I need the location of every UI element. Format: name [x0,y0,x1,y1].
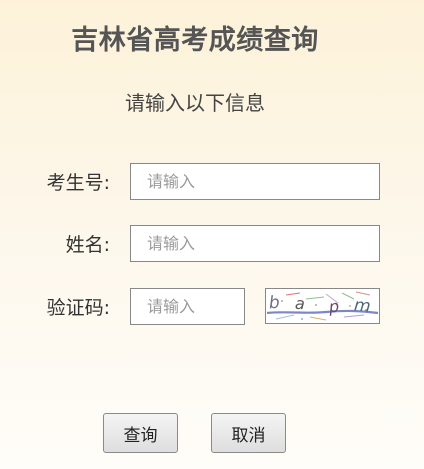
page-subtitle: 请输入以下信息 [125,91,265,115]
name-label: 姓名: [65,234,110,256]
name-input[interactable] [130,225,380,262]
captcha-char-3: p [327,297,340,317]
captcha-input[interactable] [130,288,245,325]
page-title: 吉林省高考成绩查询 [71,25,319,56]
exam-number-input[interactable] [130,163,380,200]
captcha-label: 验证码: [46,297,110,319]
captcha-char-2: a [295,294,306,313]
submit-button[interactable]: 查询 [103,413,178,453]
captcha-char-1: b [268,293,280,314]
captcha-char-4: m [353,295,371,316]
cancel-button[interactable]: 取消 [211,413,286,453]
exam-number-label: 考生号: [46,172,110,194]
captcha-image[interactable]: b a p m [265,288,380,324]
